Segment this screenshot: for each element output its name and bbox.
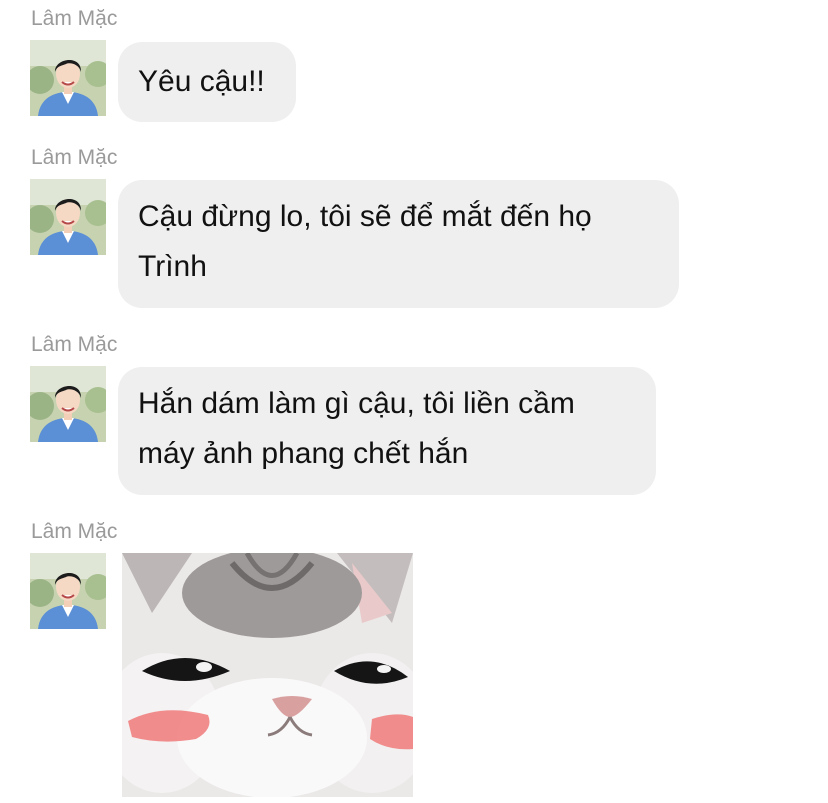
avatar-photo-icon xyxy=(30,40,106,116)
sender-avatar[interactable] xyxy=(30,553,106,629)
message-bubble[interactable]: Hắn dám làm gì cậu, tôi liền cầm máy ảnh… xyxy=(118,367,656,495)
avatar-photo-icon xyxy=(30,553,106,629)
message-bubble[interactable]: Yêu cậu!! xyxy=(118,42,296,122)
message-text-line: Cậu đừng lo, tôi sẽ để mắt đến họ xyxy=(138,200,592,233)
message-text: Yêu cậu!! xyxy=(138,65,265,98)
sender-avatar[interactable] xyxy=(30,366,106,442)
avatar-photo-icon xyxy=(30,179,106,255)
cute-cat-face-icon xyxy=(122,553,413,797)
avatar-photo-icon xyxy=(30,366,106,442)
message-text-line: Hắn dám làm gì cậu, tôi liền cầm xyxy=(138,387,575,420)
message-bubble[interactable]: Cậu đừng lo, tôi sẽ để mắt đến họ Trình xyxy=(118,180,679,308)
message-text-line: máy ảnh phang chết hắn xyxy=(138,437,469,470)
sender-name: Lâm Mặc xyxy=(31,7,118,30)
message-text-line: Trình xyxy=(138,250,207,283)
sender-name: Lâm Mặc xyxy=(31,333,118,356)
cat-sticker-image[interactable] xyxy=(122,553,413,797)
sender-avatar[interactable] xyxy=(30,40,106,116)
sender-name: Lâm Mặc xyxy=(31,146,118,169)
sender-name: Lâm Mặc xyxy=(31,520,118,543)
sender-avatar[interactable] xyxy=(30,179,106,255)
